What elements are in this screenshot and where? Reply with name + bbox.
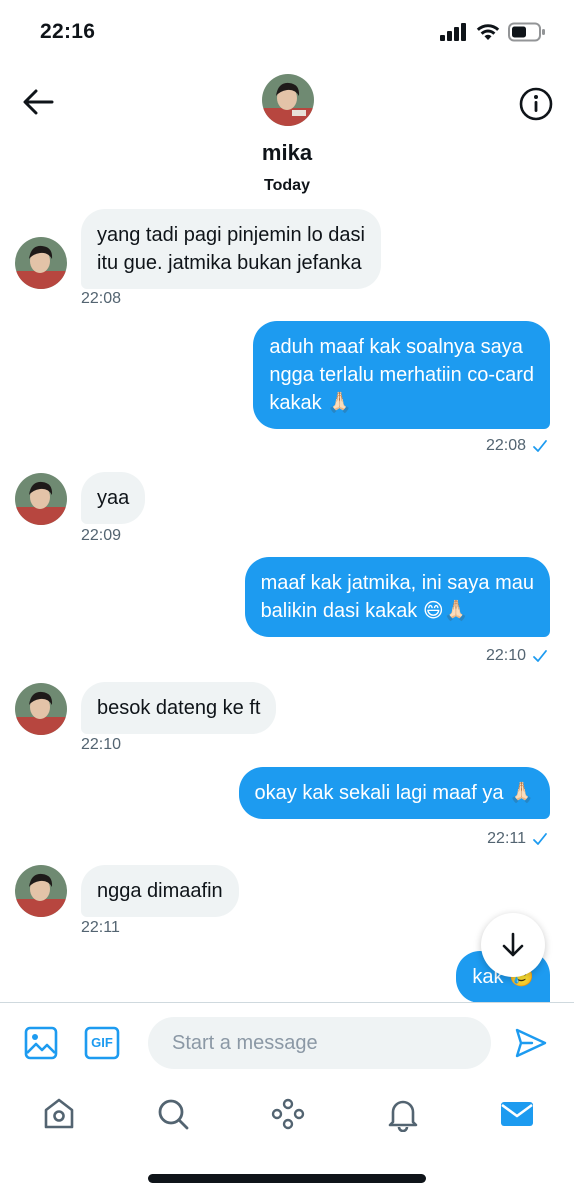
battery-icon <box>508 22 545 42</box>
cellular-signal-icon <box>440 23 466 41</box>
avatar-photo <box>15 865 67 917</box>
home-icon <box>44 1098 74 1129</box>
arrow-down-icon <box>502 932 524 957</box>
search-icon <box>158 1099 189 1130</box>
message-timestamp: 22:11 <box>487 830 526 847</box>
avatar-photo <box>262 74 314 126</box>
message-timestamp: 22:11 <box>81 919 120 936</box>
avatar-photo <box>15 237 67 289</box>
message-bubble-incoming[interactable]: besok dateng ke ft <box>81 682 277 734</box>
image-icon <box>24 1026 58 1060</box>
back-button[interactable] <box>18 84 58 120</box>
message-input[interactable] <box>148 1017 491 1069</box>
tab-notifications[interactable] <box>381 1092 425 1136</box>
status-time: 22:16 <box>40 20 96 43</box>
info-icon <box>519 87 553 121</box>
contact-avatar[interactable] <box>262 74 314 126</box>
message-timestamp: 22:10 <box>81 736 122 753</box>
tab-spaces[interactable] <box>266 1092 310 1136</box>
home-indicator <box>148 1174 426 1183</box>
avatar-photo <box>15 683 67 735</box>
message-bubble-outgoing[interactable]: aduh maaf kak soalnya saya ngga terlalu … <box>253 321 550 429</box>
status-icons <box>440 22 546 42</box>
back-arrow-icon <box>23 89 54 115</box>
avatar-photo <box>15 473 67 525</box>
gif-button[interactable]: GIF <box>83 1024 121 1062</box>
day-separator: Today <box>264 177 310 194</box>
messages-icon <box>501 1102 533 1126</box>
wifi-icon <box>476 24 500 40</box>
conversation-info-button[interactable] <box>516 84 556 124</box>
message-meta: 22:10 <box>486 647 548 665</box>
message-text: maaf kak jatmika, ini saya mau balikin d… <box>260 572 534 622</box>
message-bubble-incoming[interactable]: yang tadi pagi pinjemin lo dasi itu gue.… <box>81 209 381 289</box>
tab-search[interactable] <box>151 1092 195 1136</box>
message-bubble-outgoing[interactable]: okay kak sekali lagi maaf ya 🙏🏻 <box>238 767 550 819</box>
sender-avatar[interactable] <box>15 473 67 525</box>
contact-name[interactable]: mika <box>0 140 574 166</box>
notifications-icon <box>388 1100 418 1132</box>
message-meta: 22:08 <box>486 437 548 455</box>
sender-avatar[interactable] <box>15 683 67 735</box>
sender-avatar[interactable] <box>15 237 67 289</box>
message-text: aduh maaf kak soalnya saya ngga terlalu … <box>269 336 534 414</box>
read-check-icon <box>533 440 547 452</box>
tab-home[interactable] <box>37 1092 81 1136</box>
message-meta: 22:11 <box>487 830 548 848</box>
message-timestamp: 22:08 <box>81 290 122 307</box>
gif-label: GIF <box>91 1035 113 1050</box>
scroll-to-bottom-button[interactable] <box>481 913 545 977</box>
sender-avatar[interactable] <box>15 865 67 917</box>
compose-divider <box>0 1002 574 1003</box>
add-photo-button[interactable] <box>22 1024 60 1062</box>
message-text: okay kak sekali lagi maaf ya 🙏🏻 <box>254 782 534 804</box>
tab-messages[interactable] <box>495 1092 539 1136</box>
read-check-icon <box>533 833 547 845</box>
read-check-icon <box>533 650 547 662</box>
message-bubble-incoming[interactable]: ngga dimaafin <box>81 865 239 917</box>
message-bubble-incoming[interactable]: yaa <box>81 472 146 524</box>
send-icon <box>515 1028 547 1058</box>
message-timestamp: 22:09 <box>81 527 122 544</box>
send-button[interactable] <box>512 1024 550 1062</box>
message-bubble-outgoing[interactable]: maaf kak jatmika, ini saya mau balikin d… <box>244 557 550 637</box>
spaces-icon <box>271 1098 305 1130</box>
message-timestamp: 22:08 <box>485 437 526 454</box>
message-timestamp: 22:10 <box>485 647 526 664</box>
